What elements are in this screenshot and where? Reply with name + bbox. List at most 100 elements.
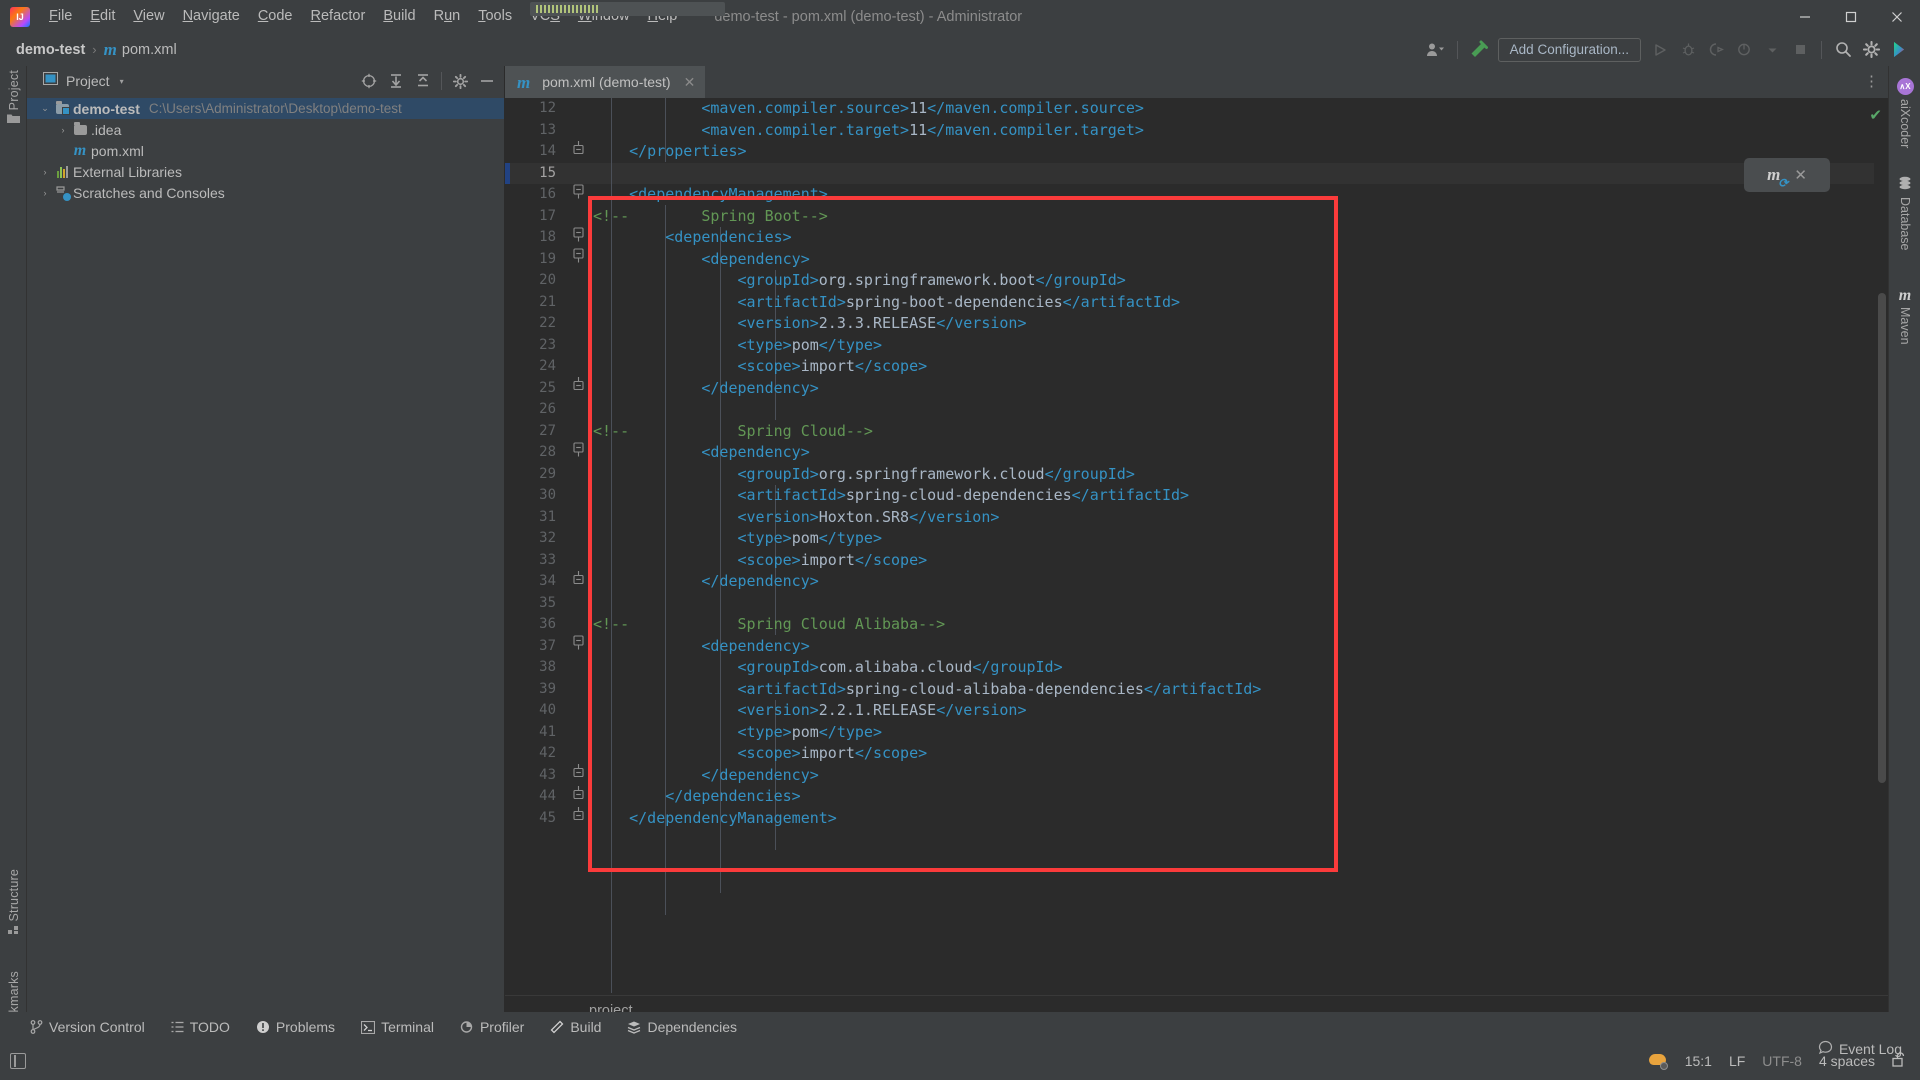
tree-node-demo-test[interactable]: ⌄ demo-test C:\Users\Administrator\Deskt… [27, 98, 505, 119]
code-line[interactable]: 43 </dependency> [505, 765, 1888, 787]
code-fold-start-icon[interactable] [567, 442, 589, 465]
code-line[interactable]: 20 <groupId>org.springframework.boot</gr… [505, 270, 1888, 292]
search-everywhere-icon[interactable] [1830, 37, 1856, 63]
expand-all-icon[interactable] [384, 69, 408, 93]
sidebar-item-database[interactable]: Database [1889, 176, 1920, 251]
sidebar-item-aixcoder[interactable]: ∧X aiXcoder [1889, 78, 1920, 148]
code-fold-end-icon[interactable] [567, 786, 589, 809]
breadcrumb-pom[interactable]: pom.xml [122, 42, 177, 58]
code-fold-start-icon[interactable] [567, 248, 589, 271]
code-line[interactable]: 31 <version>Hoxton.SR8</version> [505, 507, 1888, 529]
code-line[interactable]: 37 <dependency> [505, 636, 1888, 658]
breadcrumb-project[interactable]: demo-test [16, 42, 85, 58]
maximize-button[interactable] [1828, 0, 1874, 33]
code-line[interactable]: 25 </dependency> [505, 378, 1888, 400]
tool-button-build[interactable]: Build [550, 1019, 601, 1035]
code-line[interactable]: 41 <type>pom</type> [505, 722, 1888, 744]
tree-node-external-libraries[interactable]: › External Libraries [27, 161, 505, 182]
configuration-dropdown-icon[interactable] [1759, 37, 1785, 63]
editor-right-gutter[interactable]: ✔ [1874, 98, 1888, 993]
code-line[interactable]: 36<!-- Spring Cloud Alibaba--> [505, 614, 1888, 636]
chevron-down-icon[interactable]: ⌄ [37, 103, 53, 114]
chevron-right-icon[interactable]: › [55, 125, 71, 135]
run-coverage-icon[interactable] [1703, 37, 1729, 63]
code-line[interactable]: 19 <dependency> [505, 249, 1888, 271]
code-line[interactable]: 16 <dependencyManagement> [505, 184, 1888, 206]
code-fold-start-icon[interactable] [567, 635, 589, 658]
code-line[interactable]: 23 <type>pom</type> [505, 335, 1888, 357]
tool-button-terminal[interactable]: Terminal [361, 1019, 434, 1035]
code-fold-end-icon[interactable] [567, 141, 589, 164]
debug-icon[interactable] [1675, 37, 1701, 63]
tool-button-dependencies[interactable]: Dependencies [627, 1019, 737, 1035]
editor-options-icon[interactable]: ⋮ [1864, 72, 1880, 90]
maven-reload-popup[interactable]: m⟳ ✕ [1744, 158, 1830, 192]
code-line[interactable]: 32 <type>pom</type> [505, 528, 1888, 550]
code-line[interactable]: 22 <version>2.3.3.RELEASE</version> [505, 313, 1888, 335]
unlocked-icon[interactable] [1892, 1052, 1906, 1070]
code-line[interactable]: 27<!-- Spring Cloud--> [505, 421, 1888, 443]
tree-node-pom-xml[interactable]: › m pom.xml [27, 140, 505, 161]
code-line[interactable]: 28 <dependency> [505, 442, 1888, 464]
tool-button-version-control[interactable]: Version Control [30, 1019, 145, 1035]
background-download-icon[interactable] [1649, 1054, 1668, 1069]
code-line[interactable]: 24 <scope>import</scope> [505, 356, 1888, 378]
code-fold-end-icon[interactable] [567, 377, 589, 400]
caret-position[interactable]: 15:1 [1685, 1053, 1712, 1069]
code-line[interactable]: 42 <scope>import</scope> [505, 743, 1888, 765]
tool-button-todo[interactable]: TODO [171, 1019, 230, 1035]
close-tab-icon[interactable]: ✕ [684, 74, 696, 91]
code-line[interactable]: 21 <artifactId>spring-boot-dependencies<… [505, 292, 1888, 314]
menu-navigate[interactable]: Navigate [174, 0, 249, 33]
code-line[interactable]: 17<!-- Spring Boot--> [505, 206, 1888, 228]
menu-code[interactable]: Code [249, 0, 302, 33]
settings-gear-icon[interactable] [448, 69, 472, 93]
code-line[interactable]: 34 </dependency> [505, 571, 1888, 593]
tool-button-problems[interactable]: Problems [256, 1019, 335, 1035]
stop-icon[interactable] [1787, 37, 1813, 63]
code-line[interactable]: 12 <maven.compiler.source>11</maven.comp… [505, 98, 1888, 120]
maven-reload-icon[interactable]: m⟳ [1767, 165, 1780, 185]
select-opened-file-icon[interactable] [357, 69, 381, 93]
code-fold-end-icon[interactable] [567, 571, 589, 594]
code-line[interactable]: 45 </dependencyManagement> [505, 808, 1888, 830]
chevron-down-icon[interactable]: ▾ [120, 77, 124, 86]
sidebar-item-maven[interactable]: m Maven [1889, 288, 1920, 345]
add-configuration-button[interactable]: Add Configuration... [1498, 38, 1641, 62]
chevron-right-icon[interactable]: › [37, 167, 53, 177]
code-line[interactable]: 35 [505, 593, 1888, 615]
code-line[interactable]: 44 </dependencies> [505, 786, 1888, 808]
sidebar-item-structure[interactable]: Structure [0, 869, 27, 943]
menu-run[interactable]: Run [425, 0, 470, 33]
indent-setting[interactable]: 4 spaces [1819, 1053, 1875, 1069]
sidebar-item-project[interactable]: Project [0, 70, 27, 130]
code-line[interactable]: 14 </properties> [505, 141, 1888, 163]
tree-node-scratches-and-consoles[interactable]: › Scratches and Consoles [27, 182, 505, 203]
chevron-right-icon[interactable]: › [37, 188, 53, 198]
code-fold-end-icon[interactable] [567, 807, 589, 830]
toggle-tool-windows-icon[interactable] [10, 1053, 26, 1069]
tool-button-profiler[interactable]: Profiler [460, 1019, 524, 1035]
editor-tab-pom-xml[interactable]: m pom.xml (demo-test) ✕ [505, 66, 705, 98]
code-line[interactable]: 38 <groupId>com.alibaba.cloud</groupId> [505, 657, 1888, 679]
code-line[interactable]: 18 <dependencies> [505, 227, 1888, 249]
menu-tools[interactable]: Tools [469, 0, 521, 33]
collapse-all-icon[interactable] [411, 69, 435, 93]
menu-file[interactable]: File [40, 0, 81, 33]
editor-vertical-scrollbar[interactable] [1878, 293, 1886, 783]
build-hammer-icon[interactable] [1466, 37, 1492, 63]
code-fold-end-icon[interactable] [567, 764, 589, 787]
updates-icon[interactable] [1886, 37, 1912, 63]
hide-panel-icon[interactable] [475, 69, 499, 93]
menu-view[interactable]: View [124, 0, 173, 33]
window-drag-strip[interactable] [530, 2, 725, 16]
menu-edit[interactable]: Edit [81, 0, 124, 33]
run-icon[interactable] [1647, 37, 1673, 63]
code-line[interactable]: 15 [505, 163, 1888, 185]
code-line[interactable]: 13 <maven.compiler.target>11</maven.comp… [505, 120, 1888, 142]
tree-node-idea[interactable]: › .idea [27, 119, 505, 140]
code-line[interactable]: 29 <groupId>org.springframework.cloud</g… [505, 464, 1888, 486]
code-line[interactable]: 26 [505, 399, 1888, 421]
code-editor[interactable]: 12 <maven.compiler.source>11</maven.comp… [505, 98, 1888, 993]
menu-build[interactable]: Build [374, 0, 424, 33]
